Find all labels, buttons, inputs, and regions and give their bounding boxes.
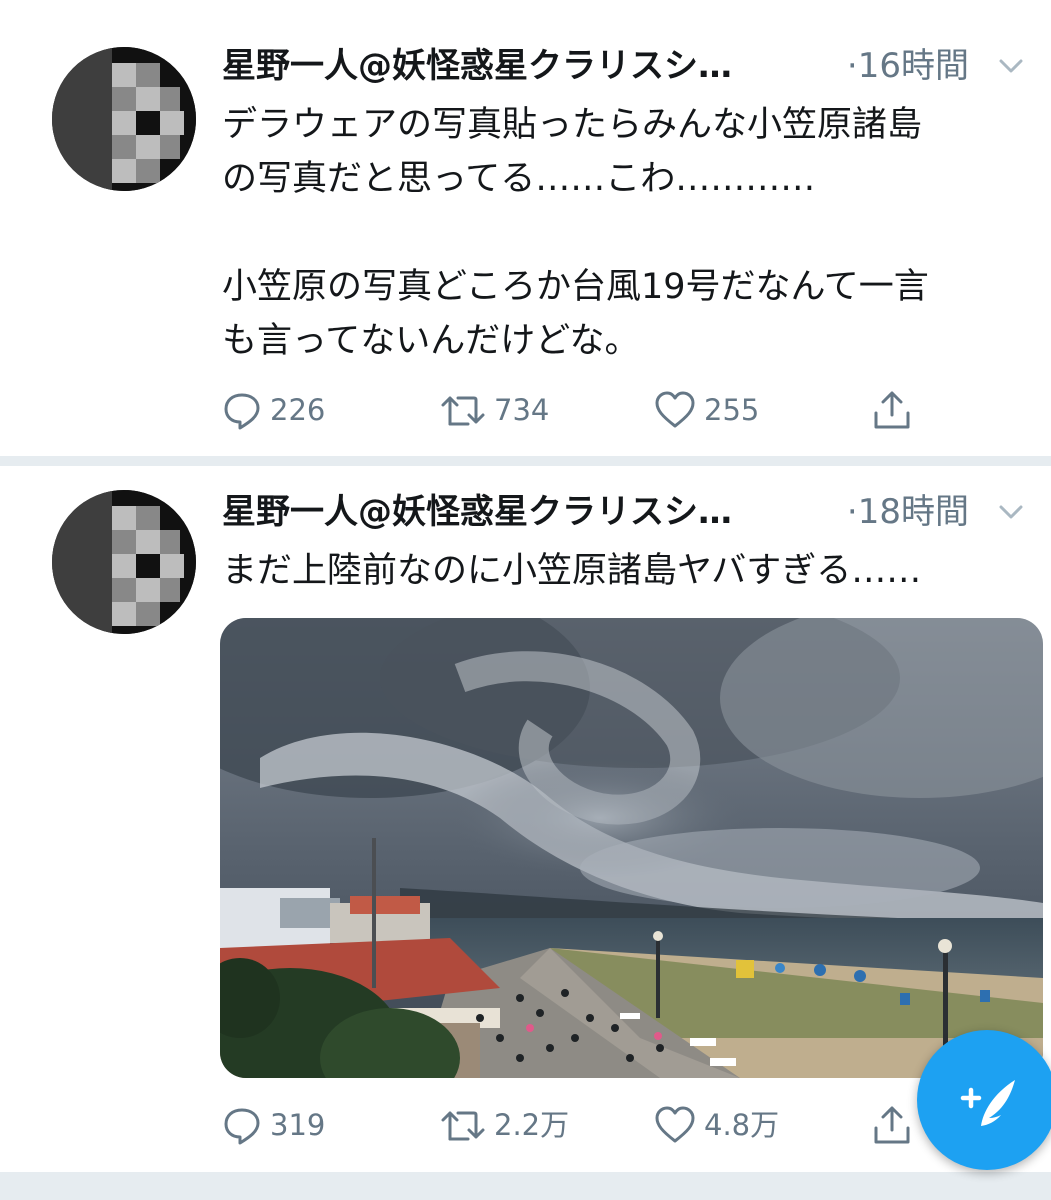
heart-icon	[655, 1106, 695, 1143]
like-count: 4.8万	[704, 1108, 780, 1142]
share-icon	[874, 1106, 910, 1144]
tweet-separator	[0, 1172, 1051, 1200]
retweet-icon	[441, 396, 485, 426]
retweet-count: 734	[494, 393, 550, 427]
author-name[interactable]: 星野一人@妖怪惑星クラリスシ…	[222, 490, 822, 534]
reply-icon	[224, 1108, 260, 1145]
chevron-down-icon[interactable]	[997, 500, 1025, 524]
reply-count: 226	[270, 393, 326, 427]
retweet-count: 2.2万	[494, 1108, 570, 1142]
tweet[interactable]: 星野一人@妖怪惑星クラリスシ… ·16時間 デラウェアの写真貼ったらみんな小笠原…	[0, 0, 1051, 456]
tweet-actions: 226 734 255	[222, 385, 1022, 435]
tweet-photo-storm[interactable]	[220, 618, 1043, 1078]
tweet-header: 星野一人@妖怪惑星クラリスシ… ·16時間	[222, 44, 1033, 88]
tweet-text: まだ上陸前なのに小笠原諸島ヤバすぎる……	[222, 551, 922, 591]
share-button[interactable]	[872, 1100, 912, 1150]
like-count: 255	[704, 393, 760, 427]
heart-icon	[655, 391, 695, 428]
avatar[interactable]	[52, 490, 196, 634]
avatar[interactable]	[52, 47, 196, 191]
share-icon	[874, 391, 910, 429]
compose-tweet-icon	[960, 1080, 1015, 1126]
retweet-icon	[441, 1111, 485, 1141]
reply-count: 319	[270, 1108, 326, 1142]
reply-button[interactable]: 319	[222, 1100, 325, 1150]
reply-button[interactable]: 226	[222, 385, 325, 435]
timestamp[interactable]: ·16時間	[847, 44, 969, 88]
tweet-text: デラウェアの写真貼ったらみんな小笠原諸島 の写真だと思ってる……こわ………… 小…	[222, 105, 929, 361]
author-name[interactable]: 星野一人@妖怪惑星クラリスシ…	[222, 44, 822, 88]
tweet-actions: 319 2.2万 4.8万	[222, 1100, 1022, 1150]
timestamp[interactable]: ·18時間	[847, 490, 969, 534]
reply-icon	[224, 393, 260, 430]
tweet-separator	[0, 456, 1051, 466]
chevron-down-icon[interactable]	[997, 54, 1025, 78]
retweet-button[interactable]: 734	[440, 385, 549, 435]
share-button[interactable]	[872, 385, 912, 435]
like-button[interactable]: 255	[654, 385, 759, 435]
tweet[interactable]: 星野一人@妖怪惑星クラリスシ… ·18時間 まだ上陸前なのに小笠原諸島ヤバすぎる…	[0, 466, 1051, 1172]
like-button[interactable]: 4.8万	[654, 1100, 779, 1150]
tweet-header: 星野一人@妖怪惑星クラリスシ… ·18時間	[222, 490, 1033, 534]
retweet-button[interactable]: 2.2万	[440, 1100, 569, 1150]
compose-tweet-button[interactable]	[917, 1030, 1051, 1170]
